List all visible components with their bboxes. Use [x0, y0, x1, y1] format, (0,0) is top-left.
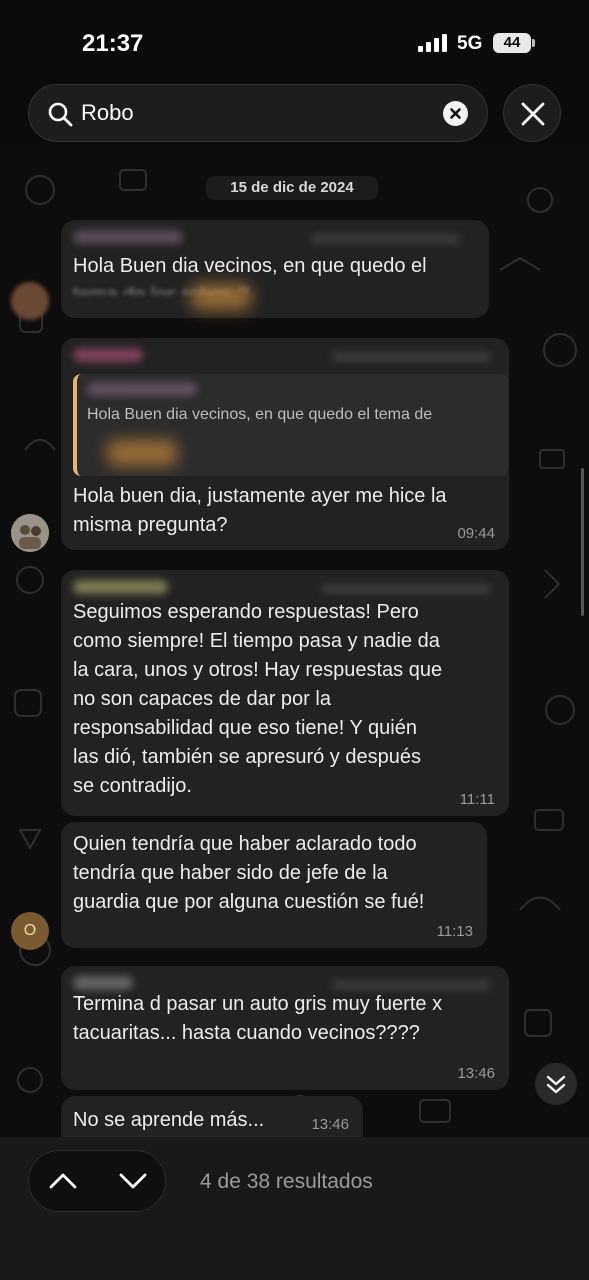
message-bubble[interactable]: Hola Buen dia vecinos, en que quedo el t… — [61, 220, 489, 318]
scroll-to-bottom-button[interactable] — [535, 1063, 577, 1105]
message-text: No se aprende más... — [73, 1109, 265, 1131]
network-type: 5G — [457, 33, 483, 54]
redacted-block — [191, 284, 251, 310]
chevron-up-icon — [49, 1173, 77, 1189]
message-text: Seguimos esperando respuestas! Pero como… — [73, 601, 443, 797]
close-icon — [521, 102, 545, 126]
avatar[interactable] — [11, 282, 49, 320]
message-bubble[interactable]: Termina d pasar un auto gris muy fuerte … — [61, 966, 509, 1090]
sender-phone — [331, 352, 491, 362]
avatar-photo-icon — [11, 514, 49, 552]
message-time: 13:46 — [311, 1116, 349, 1133]
status-time: 21:37 — [82, 30, 144, 57]
message-text-cropped: tema de los robos ? — [73, 284, 249, 295]
sender-phone — [321, 584, 491, 594]
message-bubble[interactable]: Quien tendría que haber aclarado todo te… — [61, 822, 487, 948]
sender-name — [73, 580, 168, 594]
message-text: Quien tendría que haber aclarado todo te… — [73, 833, 425, 913]
clear-icon — [450, 108, 461, 119]
message-bubble[interactable]: No se aprende más... 13:46 — [61, 1096, 363, 1137]
quoted-sender-name — [87, 382, 197, 396]
avatar[interactable]: O — [11, 912, 49, 950]
search-bar[interactable] — [28, 84, 488, 142]
date-separator: 15 de dic de 2024 — [206, 176, 378, 200]
previous-result-button[interactable] — [31, 1151, 95, 1211]
status-bar: 21:37 5G 44 — [0, 0, 589, 80]
result-navigation — [28, 1150, 166, 1212]
sender-name — [73, 230, 183, 244]
search-results-bar: 4 de 38 resultados — [0, 1137, 589, 1280]
message-time: 09:44 — [457, 525, 495, 542]
next-result-button[interactable] — [101, 1151, 165, 1211]
results-count: 4 de 38 resultados — [200, 1170, 373, 1193]
signal-icon — [418, 34, 448, 52]
chevron-down-icon — [119, 1173, 147, 1189]
quoted-message[interactable]: Hola Buen dia vecinos, en que quedo el t… — [73, 374, 509, 476]
message-text: Hola buen dia, justamente ayer me hice l… — [73, 485, 447, 536]
scrollbar[interactable] — [581, 468, 584, 616]
avatar[interactable] — [11, 514, 49, 552]
search-icon — [48, 102, 73, 127]
clear-search-button[interactable] — [443, 101, 468, 126]
sender-name — [73, 976, 133, 990]
double-chevron-down-icon — [546, 1075, 566, 1094]
redacted-block — [107, 440, 177, 466]
sender-phone — [311, 234, 461, 244]
message-time: 11:11 — [459, 791, 495, 808]
battery-icon: 44 — [493, 33, 531, 53]
sender-phone — [331, 980, 491, 990]
close-search-button[interactable] — [503, 84, 561, 142]
message-text: Hola Buen dia vecinos, en que quedo el — [73, 255, 427, 277]
quoted-text: Hola Buen dia vecinos, en que quedo el t… — [87, 406, 433, 423]
message-time: 13:46 — [457, 1065, 495, 1082]
search-input[interactable] — [81, 85, 421, 141]
battery-nub — [532, 39, 535, 47]
avatar-initial: O — [23, 922, 37, 939]
message-bubble[interactable]: Hola Buen dia vecinos, en que quedo el t… — [61, 338, 509, 550]
message-bubble[interactable]: Seguimos esperando respuestas! Pero como… — [61, 570, 509, 816]
sender-name — [73, 348, 143, 362]
message-time: 11:13 — [436, 923, 473, 940]
message-text: Termina d pasar un auto gris muy fuerte … — [73, 993, 443, 1044]
chat-area[interactable]: 15 de dic de 2024 Hola Buen dia vecinos,… — [0, 150, 589, 1137]
